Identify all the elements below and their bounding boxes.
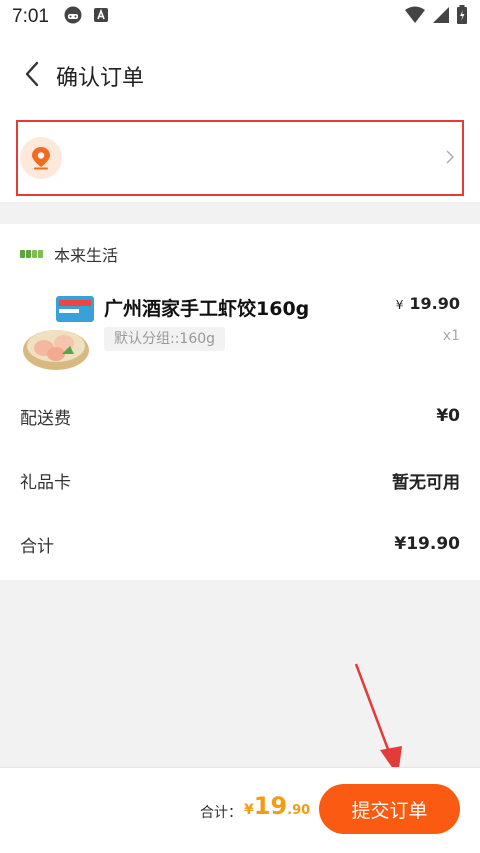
status-time: 7:01 [12,6,49,27]
page-header: 确认订单 [0,34,480,118]
gift-card-label: 礼品卡 [20,472,71,493]
back-button[interactable] [12,56,52,96]
subtotal-row: 合计 ¥19.90 [20,529,460,559]
gift-card-value: 暂无可用 [392,472,460,493]
annotation-arrow-icon [354,663,402,776]
store-row: 本来生活 [20,242,118,266]
status-left-icons [63,5,109,29]
total-currency: ¥ [244,802,254,818]
delivery-fee-label: 配送费 [20,408,71,429]
status-bar: 7:01 [0,0,480,34]
address-section [0,118,480,202]
subtotal-label: 合计 [20,536,54,557]
product-variant: 默认分组::160g [104,327,226,351]
a-badge-icon [93,7,109,27]
price-value: 19.90 [409,294,460,313]
order-card: 本来生活 广州酒家手工虾饺160g 默认分组::160g ¥19.90 x1 配… [0,224,480,580]
product-quantity: x1 [442,328,460,344]
location-pin-icon [20,137,62,179]
bottom-bar: 合计： ¥19.90 提交订单 [0,767,480,853]
submit-order-button[interactable]: 提交订单 [319,784,460,834]
status-right-icons [404,5,468,29]
product-price: ¥19.90 [396,294,460,313]
chevron-left-icon [24,61,40,91]
total-label: 合计： [200,805,242,821]
subtotal-value: ¥19.90 [394,534,460,554]
wifi-icon [404,6,426,28]
store-logo-icon [20,248,44,260]
page-title: 确认订单 [56,66,145,91]
total-integer: 19 [253,792,288,820]
price-currency: ¥ [395,298,404,312]
chevron-right-icon [446,149,454,168]
address-selector[interactable] [16,120,464,196]
gift-card-row[interactable]: 礼品卡 暂无可用 [20,465,460,495]
delivery-fee-value: ¥0 [436,406,460,426]
signal-icon [432,6,450,28]
delivery-fee-row: 配送费 ¥0 [20,401,460,431]
product-name: 广州酒家手工虾饺160g [104,298,310,320]
product-image[interactable] [22,296,96,372]
gamepad-icon [63,5,83,29]
total-decimal: .90 [287,803,311,818]
battery-icon [456,5,468,29]
total-amount: ¥19.90 [244,792,310,820]
store-name: 本来生活 [54,246,119,265]
